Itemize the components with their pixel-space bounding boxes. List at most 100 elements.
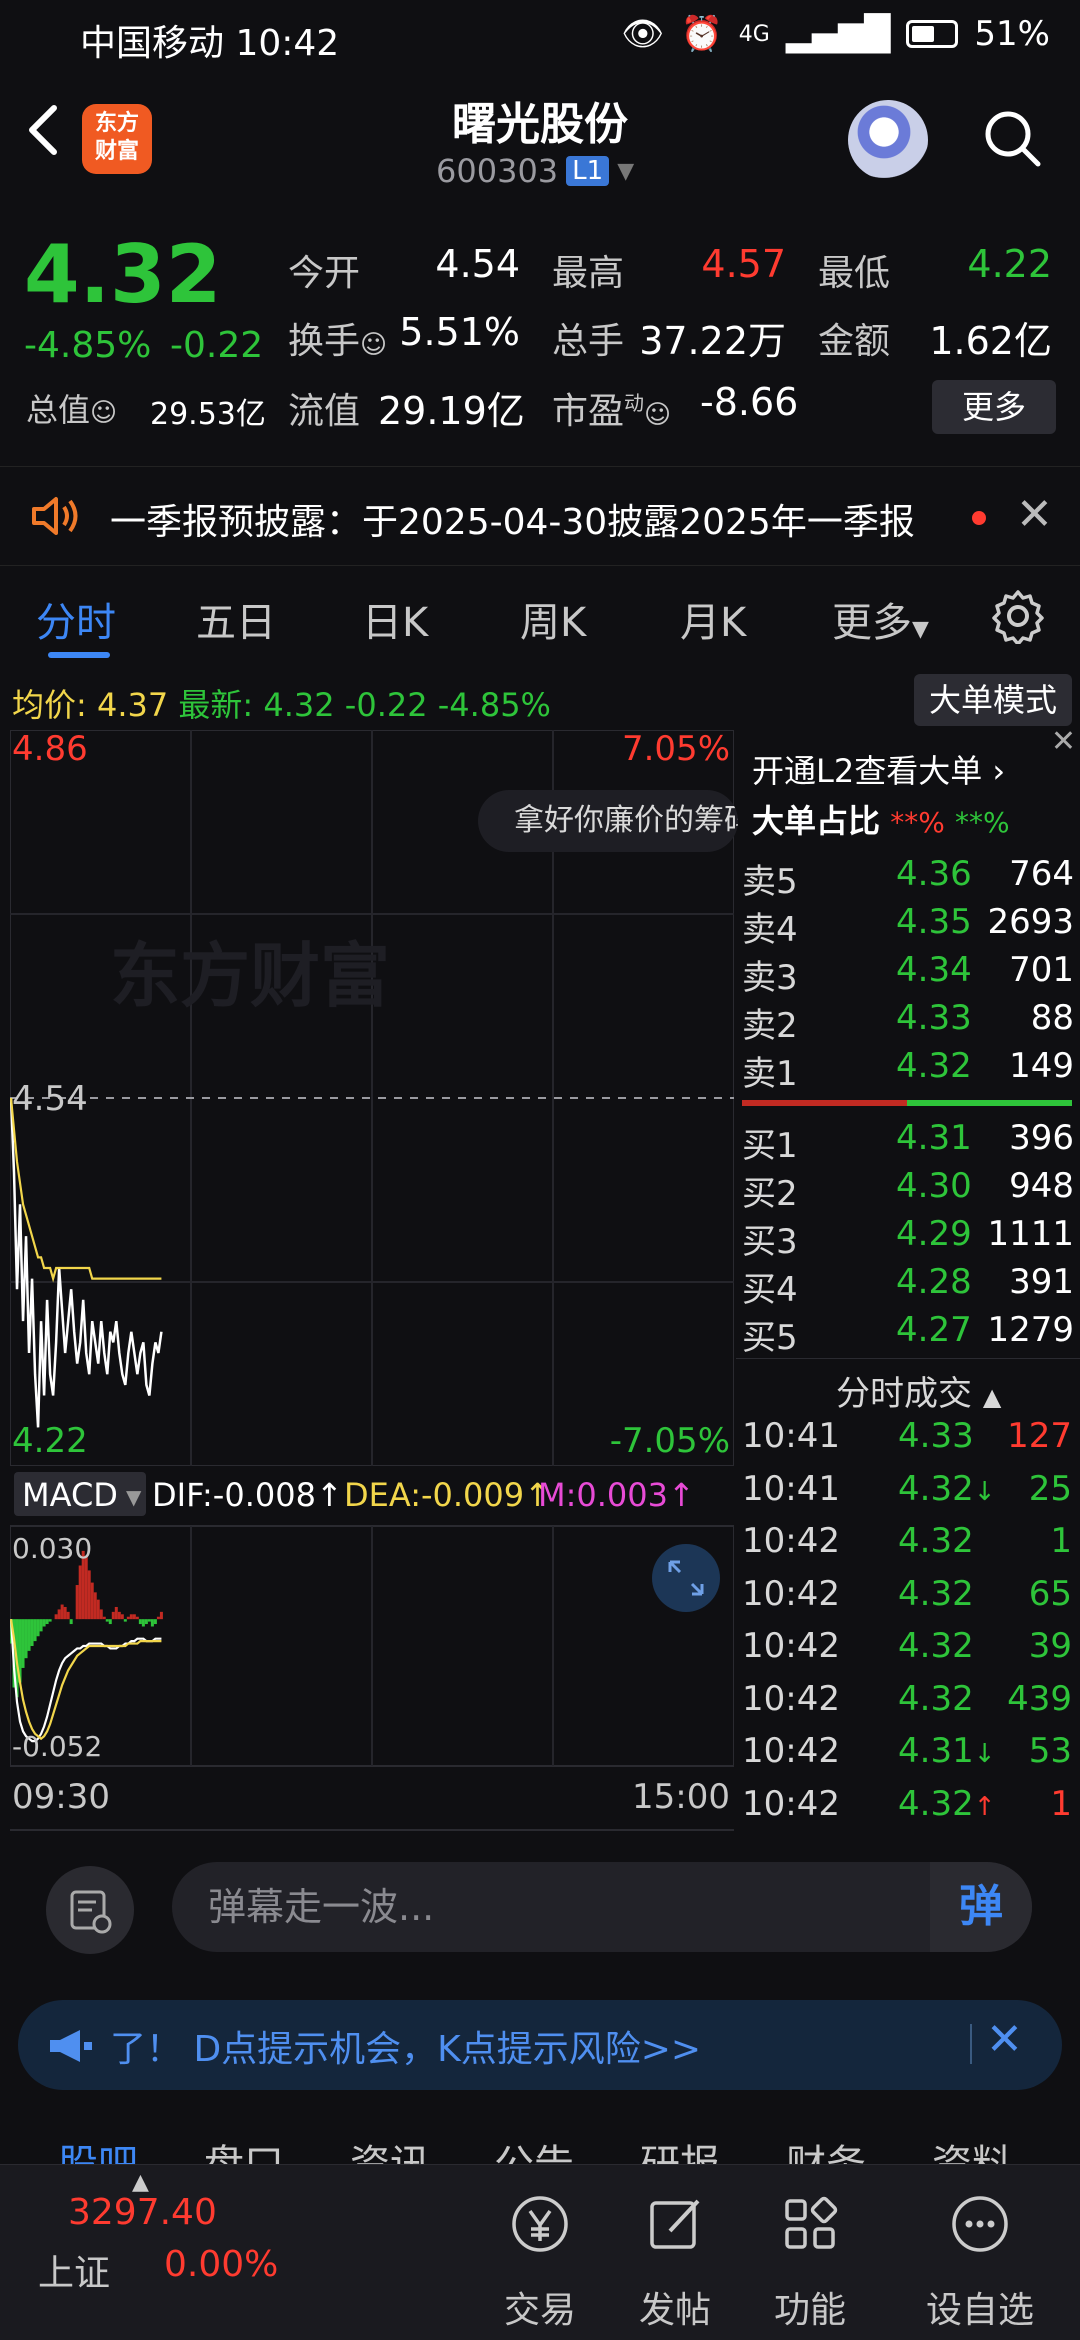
last-price: 4.32 — [24, 228, 222, 321]
notice-bar[interactable]: 一季报预披露：于2025-04-30披露2025年一季报 ✕ — [0, 466, 1080, 566]
level-label: 买3 — [742, 1222, 798, 1262]
big-order-mode-button[interactable]: 大单模式 — [914, 674, 1072, 726]
nav-label: 设自选 — [925, 2290, 1034, 2331]
ask-row[interactable]: 卖2 4.33 88 — [736, 998, 1080, 1046]
gear-icon[interactable] — [990, 588, 1046, 644]
index-name[interactable]: 上证 — [38, 2244, 110, 2296]
more-dots-icon — [952, 2196, 1008, 2252]
info-icon: ☺ — [644, 400, 672, 430]
danmaku-send-button[interactable]: 弹 — [930, 1862, 1032, 1952]
battery-icon — [906, 20, 959, 48]
quote-field-value: 1.62亿 — [929, 319, 1052, 363]
stock-code: 600303 — [436, 152, 559, 190]
l2-upgrade-link[interactable]: 开通L2查看大单 › — [752, 746, 1005, 792]
trade-row: 10:42 4.31↓ 53 — [736, 1731, 1080, 1783]
trade-row: 10:42 4.32 439 — [736, 1679, 1080, 1731]
trades-header[interactable]: 分时成交 ▲ — [836, 1366, 1001, 1415]
edit-icon — [650, 2199, 700, 2249]
ask-row[interactable]: 卖4 4.35 2693 — [736, 902, 1080, 950]
latest-pct: -4.85% — [437, 686, 551, 724]
close-icon[interactable]: ✕ — [986, 2014, 1023, 2065]
quote-field-value: 4.22 — [967, 242, 1052, 286]
y-tick-left: 4.54 — [12, 1079, 88, 1119]
bottom-nav: 交易 发帖 功能 设自选 — [0, 2164, 1080, 2340]
x-tick: 09:30 — [12, 1777, 110, 1817]
trade-time: 10:42 — [742, 1626, 840, 1666]
bid-row[interactable]: 买2 4.30 948 — [736, 1166, 1080, 1214]
subtab-item[interactable]: 研报 — [640, 2132, 720, 2168]
level-price: 4.34 — [896, 950, 972, 990]
change-percent: -4.85% — [24, 325, 152, 366]
ask-row[interactable]: 卖5 4.36 764 — [736, 854, 1080, 902]
yen-icon — [512, 2196, 568, 2252]
bid-row[interactable]: 买4 4.28 391 — [736, 1262, 1080, 1310]
index-value[interactable]: 3297.40 — [68, 2192, 217, 2233]
trade-price: 4.32 — [898, 1573, 974, 1614]
back-button[interactable] — [22, 100, 72, 170]
tab-intraday[interactable]: 分时 — [36, 590, 116, 648]
level-price: 4.31 — [896, 1118, 972, 1158]
caret-down-icon: ▼ — [617, 158, 635, 184]
trade-volume: 1 — [1050, 1521, 1072, 1561]
big-order-ratio: 大单占比 **% **% — [752, 802, 1010, 840]
speaker-icon — [32, 497, 78, 535]
ask-row[interactable]: 卖3 4.34 701 — [736, 950, 1080, 998]
trade-volume: 439 — [1007, 1678, 1072, 1719]
more-button[interactable]: 更多 — [932, 380, 1056, 434]
tab-daily-k[interactable]: 日K — [362, 590, 428, 648]
level-price: 4.36 — [896, 854, 972, 894]
intraday-chart[interactable]: 东方财富 4.86 4.54 4.22 7.05% -7.05% MACD ▼ DIF:-0.0… — [10, 730, 734, 1836]
trade-volume: 25 — [1028, 1468, 1072, 1509]
trade-time: 10:42 — [742, 1573, 840, 1614]
unread-dot — [972, 511, 986, 525]
level-price: 4.32 — [896, 1046, 972, 1086]
assistant-robot-icon[interactable] — [848, 100, 928, 180]
stock-code-selector[interactable]: 600303 L1 ▼ — [436, 152, 634, 190]
x-tick: 15:00 — [632, 1777, 730, 1817]
bid-row[interactable]: 买1 4.31 396 — [736, 1118, 1080, 1166]
trade-price: 4.32↑ — [898, 1783, 996, 1824]
subtab-item[interactable]: 股吧 — [58, 2132, 138, 2168]
y-tick-left: 4.86 — [12, 730, 88, 769]
app-logo[interactable]: 东方 财富 — [82, 104, 152, 174]
signal-icon: ▂▄▆█ — [785, 14, 891, 54]
tab-monthly-k[interactable]: 月K — [680, 590, 746, 648]
danmaku-settings-icon — [70, 1890, 112, 1934]
level-label: 卖4 — [742, 910, 798, 950]
danmaku-input[interactable]: 弹幕走一波... — [172, 1862, 1032, 1952]
level-label: 卖1 — [742, 1054, 798, 1094]
level-price: 4.35 — [896, 902, 972, 942]
info-line: 均价: 4.37 最新: 4.32 -0.22 -4.85% — [12, 680, 551, 726]
ask-row[interactable]: 卖1 4.32 149 — [736, 1046, 1080, 1094]
banner-divider — [970, 2024, 972, 2064]
subtab-item[interactable]: 资讯 — [350, 2132, 430, 2168]
search-button[interactable] — [982, 108, 1042, 168]
subtab-item[interactable]: 资料 — [932, 2132, 1012, 2168]
level-volume: 1279 — [987, 1310, 1074, 1350]
tab-five-day[interactable]: 五日 — [196, 590, 276, 648]
level-label: 买1 — [742, 1126, 798, 1166]
bid-row[interactable]: 买5 4.27 1279 — [736, 1310, 1080, 1358]
bid-row[interactable]: 买3 4.29 1111 — [736, 1214, 1080, 1262]
subtab-item[interactable]: 盘口 — [204, 2132, 284, 2168]
tab-weekly-k[interactable]: 周K — [520, 590, 586, 648]
nav-add-watchlist[interactable]: 设自选 — [880, 2165, 1080, 2340]
close-icon[interactable]: ✕ — [1016, 489, 1053, 540]
trade-price: 4.33 — [898, 1416, 974, 1456]
promo-pill[interactable]: 拿好你廉价的筹码 — [478, 790, 738, 852]
quote-field-label: 流值 — [288, 391, 361, 432]
close-icon[interactable]: ✕ — [1051, 724, 1076, 759]
stock-name: 曙光股份 — [452, 99, 628, 150]
price-line — [10, 1097, 163, 1428]
subtab-item[interactable]: 公告 — [494, 2132, 574, 2168]
danmaku-toggle[interactable] — [46, 1866, 134, 1954]
trade-price: 4.32↓ — [898, 1468, 996, 1509]
watermark: 东方财富 — [110, 935, 390, 1017]
subtab-item[interactable]: 财务 — [786, 2132, 866, 2168]
active-tab-indicator — [48, 652, 110, 658]
level-volume: 149 — [1009, 1046, 1074, 1086]
tab-more[interactable]: 更多▼ — [832, 590, 929, 648]
trade-time: 10:42 — [742, 1731, 840, 1771]
battery-percent: 51% — [974, 14, 1050, 54]
macd-dea: DEA:-0.009↑ — [344, 1476, 551, 1514]
